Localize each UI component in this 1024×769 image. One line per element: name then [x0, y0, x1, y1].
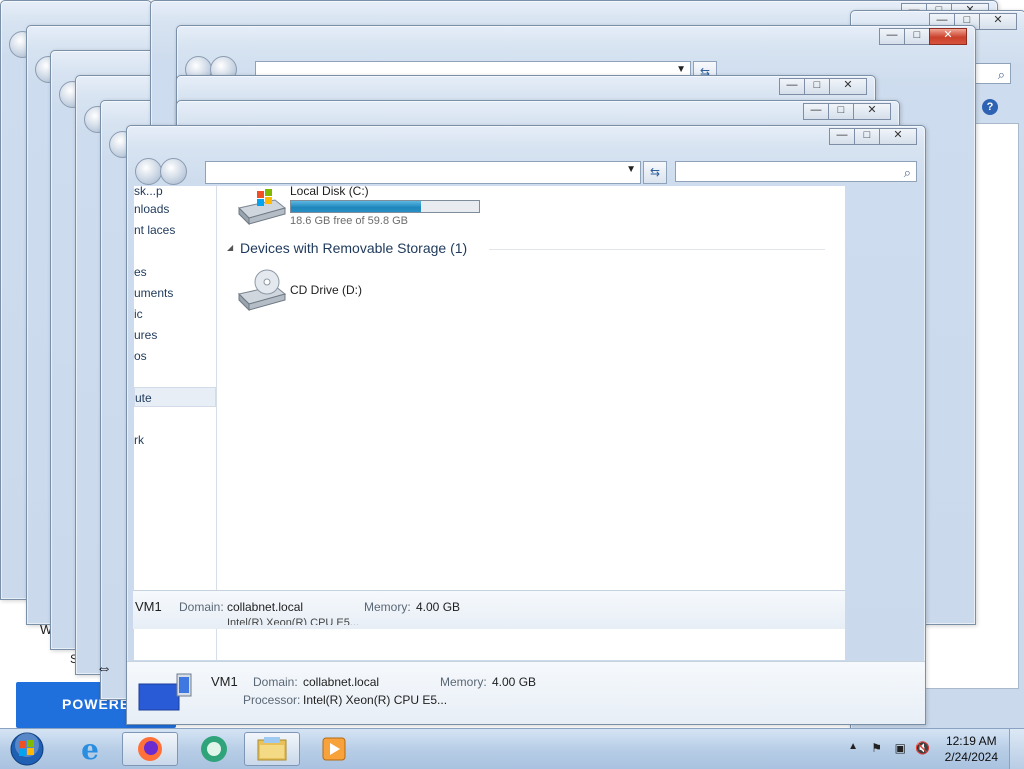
details-pane: VM1 Domain: collabnet.local Memory: 4.00… — [127, 661, 925, 724]
maximize-button[interactable]: □ — [904, 28, 929, 45]
nav-item-videos[interactable]: os — [134, 349, 147, 363]
resize-cursor-icon: ⇔ — [96, 660, 112, 677]
taskbar-media-player[interactable] — [306, 732, 362, 766]
details-processor-label: Processor: — [243, 693, 301, 707]
maximize-button[interactable]: □ — [828, 103, 853, 120]
minimize-button[interactable]: — — [829, 128, 854, 145]
collapse-triangle-icon[interactable]: ◢ — [227, 243, 233, 252]
show-desktop-button[interactable] — [1009, 729, 1024, 769]
close-button[interactable]: ✕ — [929, 28, 967, 45]
nav-item-pictures[interactable]: ures — [134, 328, 157, 342]
search-box[interactable]: ⌕ — [675, 161, 917, 182]
clock-time: 12:19 AM — [945, 734, 997, 748]
disk-usage-bar — [290, 200, 480, 213]
details-domain-value: collabnet.local — [303, 675, 380, 689]
details-memory-value: 4.00 GB — [492, 675, 537, 689]
caption-buttons: — □ ✕ — [829, 128, 917, 145]
nav-item-computer-selected[interactable]: ute — [134, 387, 216, 407]
chevron-down-icon[interactable]: ▼ — [676, 64, 686, 75]
nav-item-downloads[interactable]: nloads — [134, 202, 169, 216]
nav-orbs — [135, 158, 187, 185]
firefox-icon — [138, 737, 162, 761]
taskbar: e ▲ ⚑ ▣ 🔇 12:19 AM 2/24/2024 — [0, 728, 1024, 769]
caption-buttons: — □ ✕ — [779, 78, 867, 95]
local-disk-free: 18.6 GB free of 59.8 GB — [290, 215, 409, 227]
chevron-down-icon[interactable]: ▼ — [626, 164, 636, 175]
close-button[interactable]: ✕ — [829, 78, 867, 95]
clock-date: 2/24/2024 — [944, 750, 998, 764]
nav-item-computer-label: ute — [135, 391, 152, 405]
green-app-icon — [201, 736, 227, 762]
close-button[interactable]: ✕ — [979, 13, 1017, 30]
details-memory-label: Memory: — [440, 675, 487, 689]
caption-buttons: — □ ✕ — [879, 28, 967, 45]
folder-icon — [257, 737, 287, 761]
details-processor-value: Intel(R) Xeon(R) CPU E5... — [303, 693, 448, 707]
network-icon[interactable]: ▣ — [895, 741, 906, 755]
nav-item-recent-places[interactable]: nt laces — [134, 223, 175, 237]
content-pane: Local Disk (C:) 18.6 GB free of 59.8 GB … — [217, 184, 845, 660]
nav-item-music[interactable]: ic — [134, 307, 143, 321]
taskbar-internet-explorer[interactable]: e — [62, 732, 118, 766]
back-processor-partial: Intel(R) Xeon(R) CPU E5... — [227, 617, 360, 625]
action-center-flag-icon[interactable]: ⚑ — [871, 741, 882, 755]
cd-drive-icon — [238, 269, 287, 312]
clock[interactable]: 12:19 AM 2/24/2024 — [945, 733, 998, 765]
minimize-button[interactable]: — — [879, 28, 904, 45]
volume-muted-icon[interactable]: 🔇 — [915, 741, 930, 755]
drive-item-cd[interactable]: CD Drive (D:) — [235, 268, 435, 316]
explorer-window-front[interactable]: — □ ✕ ▼ ⇆ ⌕ sk...p nloads nt laces es um… — [126, 125, 926, 725]
local-disk-name: Local Disk (C:) — [290, 184, 369, 198]
section-header-removable[interactable]: ◢ Devices with Removable Storage (1) — [227, 240, 835, 260]
refresh-button[interactable]: ⇆ — [643, 161, 667, 184]
search-icon: ⌕ — [997, 67, 1005, 82]
taskbar-windows-explorer[interactable] — [244, 732, 300, 766]
start-button[interactable] — [2, 732, 52, 766]
section-title-removable: Devices with Removable Storage (1) — [240, 240, 468, 256]
section-divider — [489, 249, 825, 250]
windows-start-orb-icon — [10, 732, 44, 766]
maximize-button[interactable]: □ — [804, 78, 829, 95]
help-icon[interactable]: ? — [982, 99, 998, 115]
back-memory-value: 4.00 GB — [416, 600, 461, 614]
show-hidden-icons[interactable]: ▲ — [848, 741, 858, 752]
caption-buttons: — □ ✕ — [803, 103, 891, 120]
address-bar[interactable]: ▼ — [205, 161, 641, 184]
back-domain-value: collabnet.local — [227, 600, 304, 614]
nav-item-network[interactable]: rk — [134, 433, 144, 447]
back-domain-label: Domain: — [179, 600, 224, 614]
drive-item-local-disk[interactable]: Local Disk (C:) 18.6 GB free of 59.8 GB — [235, 184, 515, 234]
details-computer-name: VM1 — [211, 674, 238, 689]
computer-icon — [138, 673, 192, 711]
internet-explorer-icon: e — [81, 732, 99, 766]
back-icon[interactable] — [135, 158, 162, 185]
details-pane-back: VM1 Domain: collabnet.local Memory: 4.00… — [133, 590, 845, 629]
hard-drive-icon — [238, 189, 287, 226]
taskbar-firefox[interactable] — [122, 732, 178, 766]
back-memory-label: Memory: — [364, 600, 411, 614]
nav-item-desktop[interactable]: sk...p — [134, 184, 163, 198]
disk-usage-fill — [291, 201, 421, 212]
close-button[interactable]: ✕ — [853, 103, 891, 120]
nav-item-documents[interactable]: uments — [134, 286, 173, 300]
details-domain-label: Domain: — [253, 675, 298, 689]
media-player-icon — [322, 737, 346, 761]
taskbar-app-green[interactable] — [186, 732, 242, 766]
cd-drive-name: CD Drive (D:) — [290, 283, 362, 297]
close-button[interactable]: ✕ — [879, 128, 917, 145]
search-icon: ⌕ — [903, 165, 911, 180]
nav-item-libraries[interactable]: es — [134, 265, 147, 279]
minimize-button[interactable]: — — [779, 78, 804, 95]
back-computer-name: VM1 — [135, 599, 162, 614]
minimize-button[interactable]: — — [803, 103, 828, 120]
navigation-pane: sk...p nloads nt laces es uments ic ures… — [134, 184, 217, 660]
maximize-button[interactable]: □ — [854, 128, 879, 145]
forward-icon[interactable] — [160, 158, 187, 185]
